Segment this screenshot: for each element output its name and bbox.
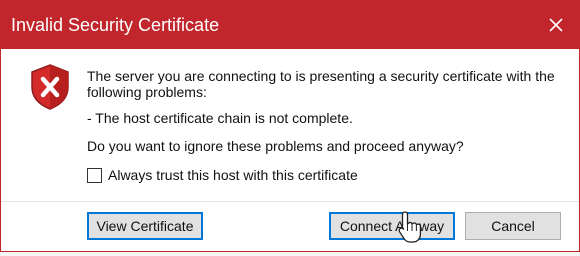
cancel-button[interactable]: Cancel bbox=[465, 212, 561, 240]
close-icon bbox=[549, 18, 563, 32]
certificate-problem-text: - The host certificate chain is not comp… bbox=[87, 110, 353, 126]
always-trust-label: Always trust this host with this certifi… bbox=[108, 167, 358, 183]
close-button[interactable] bbox=[533, 1, 579, 49]
proceed-question-text: Do you want to ignore these problems and… bbox=[87, 138, 464, 154]
error-shield-icon bbox=[31, 64, 69, 110]
security-certificate-dialog: Invalid Security Certificate The server … bbox=[0, 0, 580, 252]
footer-divider bbox=[1, 201, 579, 202]
title-bar[interactable]: Invalid Security Certificate bbox=[1, 1, 579, 49]
always-trust-checkbox[interactable] bbox=[87, 167, 102, 183]
view-certificate-button[interactable]: View Certificate bbox=[87, 212, 203, 240]
always-trust-checkbox-row[interactable]: Always trust this host with this certifi… bbox=[87, 167, 358, 183]
certificate-warning-message: The server you are connecting to is pres… bbox=[87, 68, 555, 100]
dialog-title: Invalid Security Certificate bbox=[11, 15, 220, 35]
connect-anyway-button[interactable]: Connect Anyway bbox=[329, 212, 455, 240]
